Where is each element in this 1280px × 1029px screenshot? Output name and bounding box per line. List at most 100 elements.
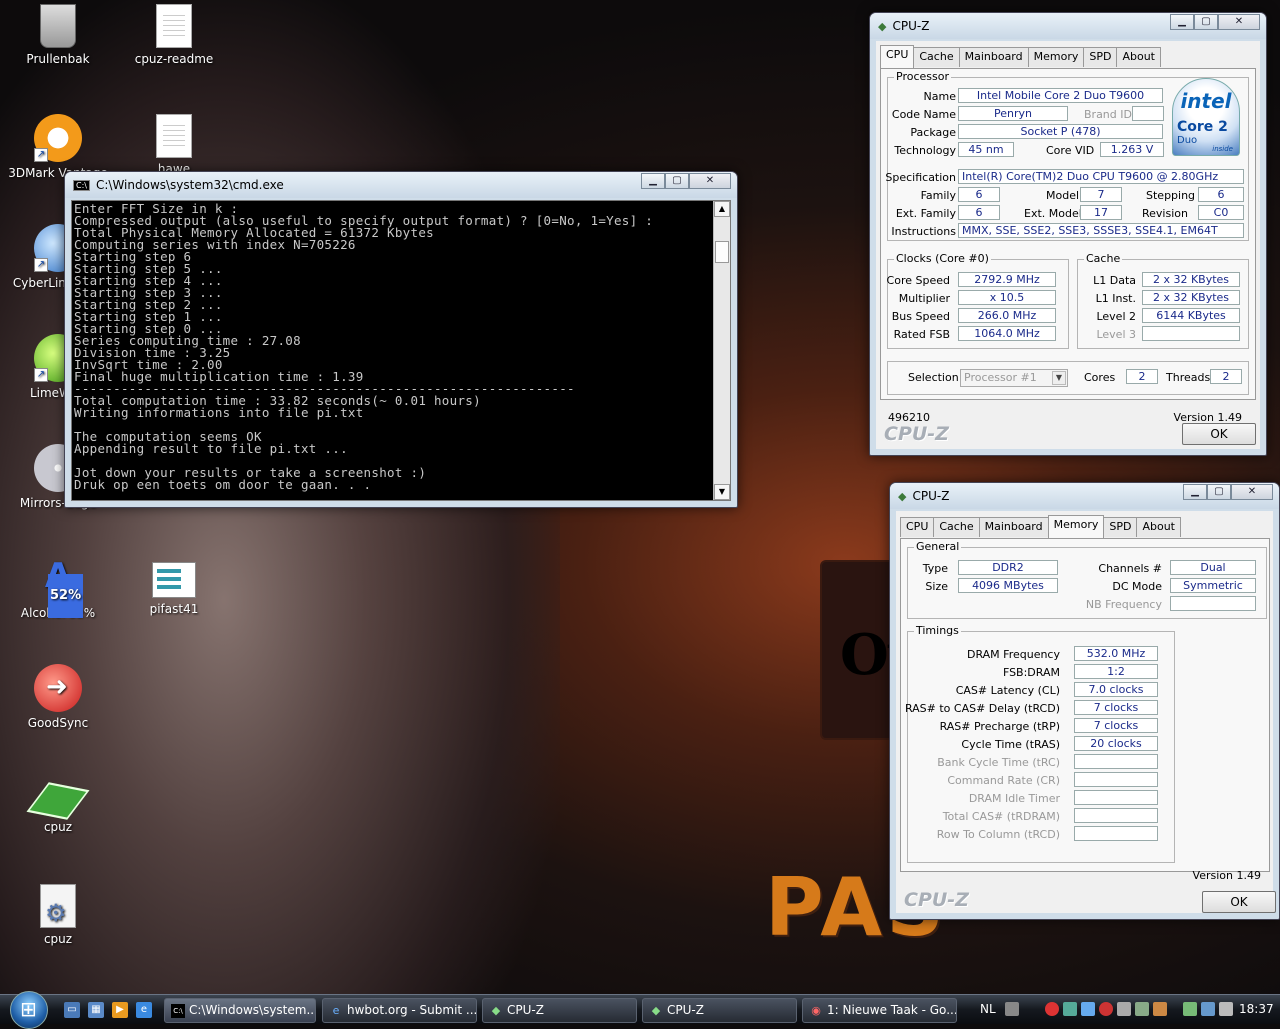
label-specification: Specification [885,171,956,184]
tab-cpu[interactable]: CPU [900,517,935,537]
value-fsb-dram: 1:2 [1074,664,1158,679]
value-core-speed: 2792.9 MHz [958,272,1056,287]
timings-group: Timings DRAM Frequency 532.0 MHz FSB:DRA… [905,624,1175,863]
desktop-icon-cpuz-readme[interactable]: cpuz-readme [124,4,224,66]
group-title: Timings [914,624,961,637]
cpuz-mem-titlebar[interactable]: ◆ CPU-Z ▁ ▢ ✕ [890,483,1279,509]
vertical-scrollbar[interactable]: ▲ ▼ [713,201,730,500]
ok-button[interactable]: OK [1202,891,1276,913]
cpuz-memory-window[interactable]: ◆ CPU-Z ▁ ▢ ✕ CPU Cache Mainboard Memory… [889,482,1280,920]
internet-explorer-icon[interactable]: e [136,1002,152,1018]
language-indicator[interactable]: NL [980,1002,996,1016]
cmd-window[interactable]: C:\ C:\Windows\system32\cmd.exe ▁ ▢ ✕ En… [64,171,738,508]
minimize-button[interactable]: ▁ [1183,484,1207,500]
tab-memory[interactable]: Memory [1047,515,1105,538]
volume-icon[interactable] [1219,1002,1233,1016]
desktop-icon-recycle-bin[interactable]: Prullenbak [8,4,108,66]
scroll-up-icon[interactable]: ▲ [714,201,730,217]
network-icon[interactable] [1201,1002,1215,1016]
cmd-icon: C:\ [171,1004,185,1018]
tray-app-icon[interactable] [1081,1002,1095,1016]
cpuz-cpu-titlebar[interactable]: ◆ CPU-Z ▁ ▢ ✕ [870,13,1266,39]
desktop-icon-cpuz-config[interactable]: cpuz [8,884,108,946]
cpuz-icon: ◆ [491,1004,501,1017]
desktop-icon-pifast[interactable]: pifast41 [124,554,224,616]
task-cpuz-2[interactable]: ◆ CPU-Z [642,998,797,1023]
task-cpuz-1[interactable]: ◆ CPU-Z [482,998,637,1023]
tab-spd[interactable]: SPD [1103,517,1138,537]
tab-about[interactable]: About [1136,517,1181,537]
cpuz-cpu-window[interactable]: ◆ CPU-Z ▁ ▢ ✕ CPU Cache Mainboard Memory… [869,12,1267,456]
tab-cache[interactable]: Cache [913,47,960,67]
ok-button[interactable]: OK [1182,423,1256,445]
system-tray: NL 18:37 [975,1000,1280,1020]
scroll-down-icon[interactable]: ▼ [714,484,730,500]
group-title: Cache [1084,252,1123,265]
task-label: hwbot.org - Submit ... [347,1003,477,1017]
maximize-button[interactable]: ▢ [665,173,689,189]
recycle-bin-icon [40,4,76,48]
tab-bar: CPU Cache Mainboard Memory SPD About [876,41,1260,68]
value-type: DDR2 [958,560,1058,575]
label-dram-frequency: DRAM Frequency [966,648,1060,661]
clock[interactable]: 18:37 [1239,1002,1274,1016]
media-player-icon[interactable]: ▶ [112,1002,128,1018]
window-title: CPU-Z [912,489,950,503]
start-button[interactable] [10,991,48,1029]
desktop-icon-goodsync[interactable]: GoodSync [8,664,108,730]
keyboard-icon[interactable] [1005,1002,1019,1016]
tab-cache[interactable]: Cache [933,517,980,537]
cpuz-icon [26,782,90,820]
tab-spd[interactable]: SPD [1083,47,1118,67]
maximize-button[interactable]: ▢ [1194,14,1218,30]
label-type: Type [922,562,948,575]
value-model: 7 [1080,187,1122,202]
console-area[interactable]: Enter FFT Size in k : Compressed output … [71,200,731,501]
cmd-titlebar[interactable]: C:\ C:\Windows\system32\cmd.exe ▁ ▢ ✕ [65,172,737,198]
show-desktop-icon[interactable]: ▭ [64,1002,80,1018]
maximize-button[interactable]: ▢ [1207,484,1231,500]
label-cas-latency: CAS# Latency (CL) [955,684,1060,697]
label-revision: Revision [1142,207,1188,220]
chevron-down-icon: ▼ [1052,371,1066,385]
logo-tag: inside [1212,145,1233,153]
value-level3 [1142,326,1240,341]
battery-icon[interactable] [1183,1002,1197,1016]
processor-select[interactable]: Processor #1 ▼ [960,369,1068,387]
tab-memory[interactable]: Memory [1027,47,1085,67]
value-trp: 7 clocks [1074,718,1158,733]
minimize-button[interactable]: ▁ [641,173,665,189]
label-model: Model [1046,189,1080,202]
tray-app-icon[interactable] [1099,1002,1113,1016]
desktop-icon-alcohol[interactable]: A52% Alcohol 52% [8,554,108,620]
tab-cpu[interactable]: CPU [880,45,915,68]
speaker-icon[interactable] [1117,1002,1131,1016]
tray-app-icon[interactable] [1153,1002,1167,1016]
switch-windows-icon[interactable]: ▦ [88,1002,104,1018]
close-button[interactable]: ✕ [1218,14,1260,30]
label-tras: Cycle Time (tRAS) [961,738,1060,751]
minimize-button[interactable]: ▁ [1170,14,1194,30]
tab-bar: CPU Cache Mainboard Memory SPD About [896,511,1273,538]
desktop-icon-hawe[interactable]: hawe [124,114,224,176]
scroll-thumb[interactable] [715,241,729,263]
tray-app-icon[interactable] [1063,1002,1077,1016]
task-browser[interactable]: ◉ 1: Nieuwe Taak - Go... [802,998,957,1023]
label-selection: Selection [908,371,959,384]
tab-about[interactable]: About [1116,47,1161,67]
task-hwbot[interactable]: e hwbot.org - Submit ... [322,998,477,1023]
console-output: Enter FFT Size in k : Compressed output … [74,203,654,492]
task-cmd[interactable]: C:\ C:\Windows\system... [164,998,316,1023]
tray-app-icon[interactable] [1045,1002,1059,1016]
value-name: Intel Mobile Core 2 Duo T9600 [958,88,1163,103]
tab-mainboard[interactable]: Mainboard [978,517,1049,537]
intel-core2-logo: intel Core 2 Duo inside [1172,78,1240,156]
desktop-icon-cpuz[interactable]: cpuz [8,774,108,834]
close-button[interactable]: ✕ [689,173,731,189]
value-row-to-column [1074,826,1158,841]
value-rated-fsb: 1064.0 MHz [958,326,1056,341]
value-trcd: 7 clocks [1074,700,1158,715]
tray-app-icon[interactable] [1135,1002,1149,1016]
tab-mainboard[interactable]: Mainboard [958,47,1029,67]
close-button[interactable]: ✕ [1231,484,1273,500]
